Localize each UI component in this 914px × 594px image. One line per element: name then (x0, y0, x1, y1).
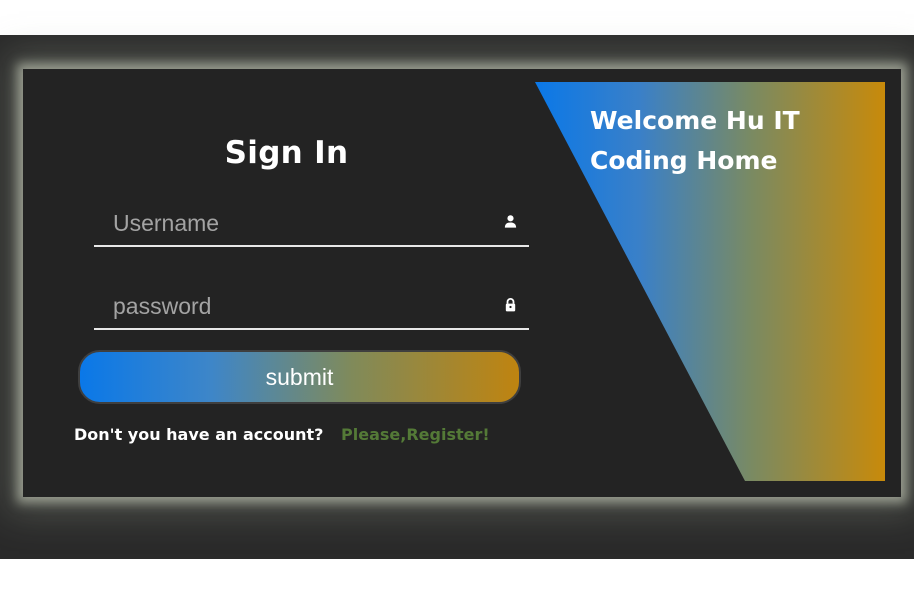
password-input[interactable] (94, 284, 529, 328)
login-card: Sign In submit Don't you have an account… (23, 69, 901, 497)
register-link[interactable]: Please,Register! (341, 425, 490, 444)
username-field (94, 201, 529, 247)
lock-icon (505, 298, 516, 312)
user-icon (504, 215, 517, 228)
welcome-heading: Welcome Hu IT Coding Home (590, 106, 800, 175)
page-title: Sign In (224, 135, 349, 171)
username-input[interactable] (94, 201, 529, 245)
register-prompt-row: Don't you have an account? Please,Regist… (74, 425, 490, 444)
register-question: Don't you have an account? (74, 425, 324, 444)
password-field (94, 284, 529, 330)
submit-button[interactable]: submit (78, 350, 521, 404)
